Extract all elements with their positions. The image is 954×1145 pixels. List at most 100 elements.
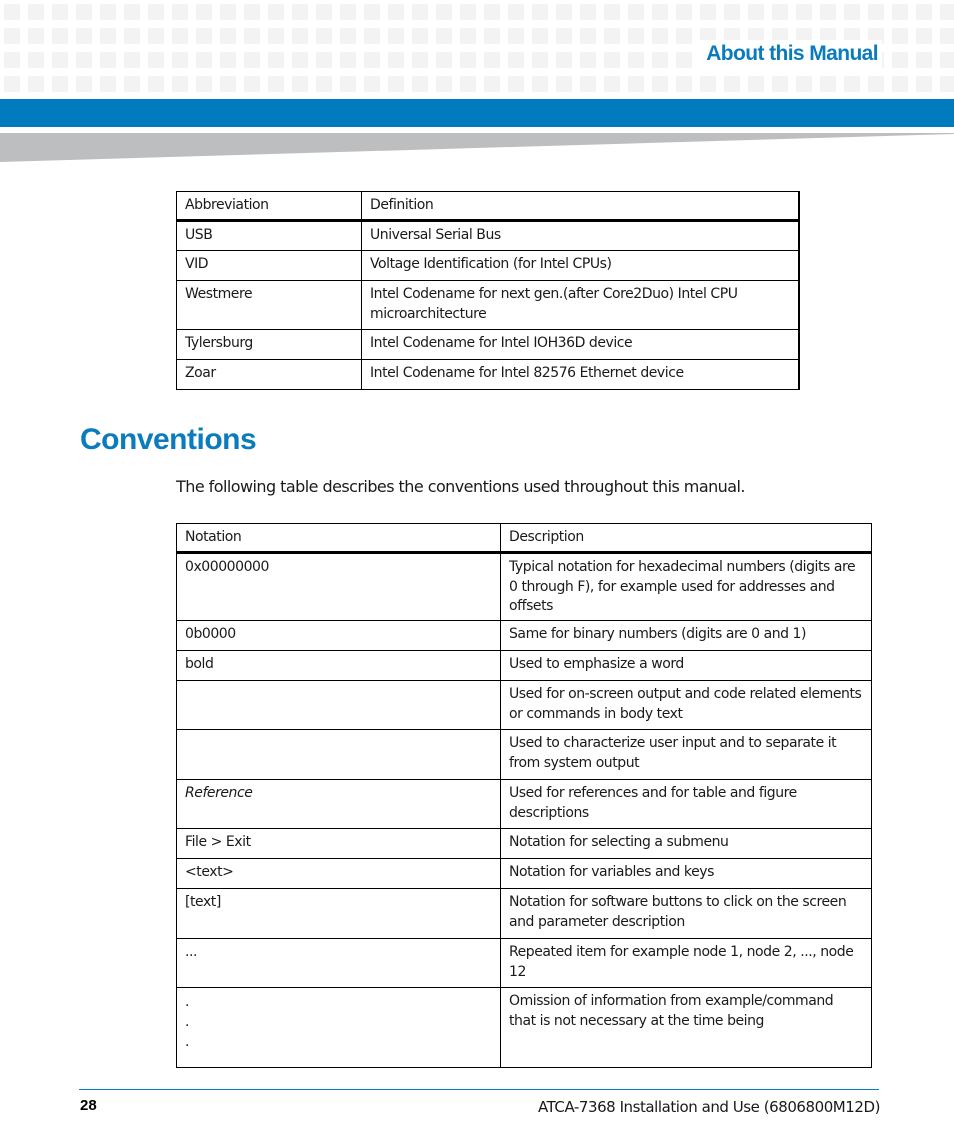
- column-header-notation: Notation: [176, 523, 501, 554]
- description-cell: Repeated item for example node 1, node 2…: [500, 938, 872, 988]
- description-cell: Omission of information from example/com…: [500, 987, 872, 1068]
- table-row: Used to characterize user input and to s…: [176, 729, 872, 780]
- notation-cell: ...: [176, 938, 501, 988]
- abbreviation-cell: USB: [176, 220, 362, 251]
- table-header-row: Notation Description: [176, 523, 872, 554]
- table-row: File > Exit Notation for selecting a sub…: [176, 828, 872, 859]
- header-square: [28, 28, 44, 44]
- header-square: [460, 52, 476, 68]
- header-square: [676, 4, 692, 20]
- header-square: [460, 28, 476, 44]
- omission-dot: .: [185, 1014, 190, 1030]
- definition-cell: Universal Serial Bus: [361, 220, 800, 251]
- header-square: [940, 28, 954, 44]
- header-square: [124, 52, 140, 68]
- header-square: [940, 52, 954, 68]
- header-square: [364, 28, 380, 44]
- notation-cell: Reference: [176, 779, 501, 829]
- notation-cell: bold: [176, 650, 501, 681]
- header-square: [412, 76, 428, 92]
- header-square: [916, 52, 932, 68]
- definition-cell: Intel Codename for Intel IOH36D device: [361, 329, 800, 360]
- table-row: bold Used to emphasize a word: [176, 650, 872, 681]
- description-cell: Typical notation for hexadecimal numbers…: [500, 552, 872, 621]
- header-square: [172, 4, 188, 20]
- header-square: [940, 76, 954, 92]
- description-cell: Used to characterize user input and to s…: [500, 729, 872, 780]
- header-square: [52, 76, 68, 92]
- header-square: [172, 52, 188, 68]
- header-square: [340, 76, 356, 92]
- header-square: [388, 28, 404, 44]
- notation-cell: [176, 680, 501, 730]
- description-cell: Same for binary numbers (digits are 0 an…: [500, 620, 872, 651]
- header-square: [292, 4, 308, 20]
- header-square: [76, 4, 92, 20]
- notation-cell: 0x00000000: [176, 552, 501, 621]
- header-square: [508, 76, 524, 92]
- header-square: [28, 4, 44, 20]
- header-square: [244, 52, 260, 68]
- description-cell: Used to emphasize a word: [500, 650, 872, 681]
- header-square: [748, 4, 764, 20]
- table-row: Westmere Intel Codename for next gen.(af…: [176, 280, 800, 330]
- header-square: [4, 28, 20, 44]
- abbreviation-cell: Zoar: [176, 359, 362, 390]
- notation-cell: <text>: [176, 858, 501, 889]
- header-square: [796, 76, 812, 92]
- header-square: [844, 76, 860, 92]
- header-square: [316, 76, 332, 92]
- header-square: [676, 52, 692, 68]
- header-square: [844, 4, 860, 20]
- header-square: [388, 52, 404, 68]
- header-square: [316, 28, 332, 44]
- header-square: [724, 4, 740, 20]
- abbreviation-cell: Tylersburg: [176, 329, 362, 360]
- header-square: [268, 4, 284, 20]
- header-square: [316, 52, 332, 68]
- header-square: [916, 4, 932, 20]
- header-square: [604, 52, 620, 68]
- header-square: [100, 52, 116, 68]
- header-square: [532, 4, 548, 20]
- description-cell: Notation for software buttons to click o…: [500, 888, 872, 939]
- header-square: [172, 76, 188, 92]
- header-square: [244, 76, 260, 92]
- abbreviation-cell: Westmere: [176, 280, 362, 330]
- header-square: [340, 28, 356, 44]
- header-square: [244, 28, 260, 44]
- header-square: [388, 4, 404, 20]
- table-row: <text> Notation for variables and keys: [176, 858, 872, 889]
- header-square: [100, 28, 116, 44]
- header-square: [4, 52, 20, 68]
- notation-cell: File > Exit: [176, 828, 501, 859]
- header-square: [700, 4, 716, 20]
- header-square: [820, 76, 836, 92]
- header-square: [172, 28, 188, 44]
- header-square: [196, 52, 212, 68]
- header-square: [652, 28, 668, 44]
- header-square: [412, 52, 428, 68]
- header-square: [220, 28, 236, 44]
- header-square: [124, 4, 140, 20]
- section-title-conventions: Conventions: [80, 423, 257, 456]
- header-square: [580, 28, 596, 44]
- table-row: USB Universal Serial Bus: [176, 220, 800, 251]
- header-square: [676, 76, 692, 92]
- table-row: Reference Used for references and for ta…: [176, 779, 872, 829]
- header-square: [292, 76, 308, 92]
- header-square: [700, 76, 716, 92]
- header-square: [340, 4, 356, 20]
- header-square: [604, 28, 620, 44]
- conventions-intro: The following table describes the conven…: [176, 477, 746, 496]
- header-square: [652, 76, 668, 92]
- chapter-title: About this Manual: [706, 42, 878, 65]
- header-square: [148, 76, 164, 92]
- header-square: [868, 4, 884, 20]
- header-square: [820, 4, 836, 20]
- conventions-table: Notation Description 0x00000000 Typical …: [176, 523, 872, 1068]
- header-square: [220, 52, 236, 68]
- header-square: [508, 28, 524, 44]
- header-square: [148, 28, 164, 44]
- header-square: [52, 52, 68, 68]
